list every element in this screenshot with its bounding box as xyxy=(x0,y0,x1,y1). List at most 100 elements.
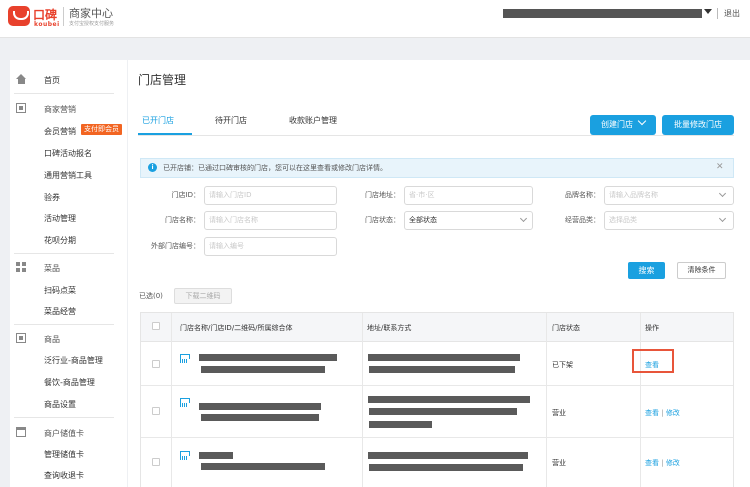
sidebar-item-member-marketing[interactable]: 会员营销 xyxy=(44,126,76,137)
sidebar-group-marketing[interactable]: 商家营销 xyxy=(44,104,76,115)
external-id-input[interactable]: 请输入编号 xyxy=(204,237,337,256)
close-icon[interactable]: ✕ xyxy=(716,162,724,172)
tab-opened-stores[interactable]: 已开门店 xyxy=(142,115,174,126)
clear-filters-button[interactable]: 清除条件 xyxy=(677,262,726,279)
sidebar-item-huabei-installment[interactable]: 花呗分期 xyxy=(44,235,76,246)
brand-input[interactable]: 请输入品牌名称 xyxy=(604,186,734,205)
download-qr-button[interactable]: 下载二维码 xyxy=(174,288,232,304)
sidebar-group-goods[interactable]: 商品 xyxy=(44,334,60,345)
row-status: 营业 xyxy=(552,459,566,467)
row-checkbox[interactable] xyxy=(152,360,160,368)
brand-title: 商家中心 xyxy=(69,7,113,20)
view-link-highlight xyxy=(632,349,674,373)
redacted-store-id xyxy=(201,414,319,421)
redacted-address xyxy=(368,396,530,403)
koubei-logo-icon[interactable] xyxy=(8,6,30,26)
search-button[interactable]: 搜索 xyxy=(628,262,665,279)
row-checkbox[interactable] xyxy=(152,458,160,466)
brand-label: 品牌名称： xyxy=(565,191,600,199)
caret-down-icon[interactable] xyxy=(704,9,712,14)
tab-pending-stores[interactable]: 待开门店 xyxy=(215,115,247,126)
redacted-store-name xyxy=(199,452,233,459)
tab-payment-accounts[interactable]: 收款账户管理 xyxy=(289,115,337,126)
status-select[interactable]: 全部状态 xyxy=(404,211,533,230)
page-title: 门店管理 xyxy=(138,73,187,87)
header-divider xyxy=(717,8,718,19)
address-label: 门店地址： xyxy=(365,191,400,199)
qr-code-icon[interactable] xyxy=(180,398,190,407)
status-label: 门店状态： xyxy=(365,216,400,224)
logo-subtext: koubei xyxy=(34,21,60,28)
qr-code-icon[interactable] xyxy=(180,451,190,460)
row-checkbox[interactable] xyxy=(152,407,160,415)
edit-link[interactable]: 修改 xyxy=(666,409,680,417)
redacted-store-id xyxy=(201,366,325,373)
dishes-icon xyxy=(16,262,26,272)
redacted-contact xyxy=(369,366,515,373)
row-divider xyxy=(141,437,733,438)
store-id-input[interactable]: 请输入门店ID xyxy=(204,186,337,205)
account-name-redacted[interactable] xyxy=(503,9,702,18)
category-label: 经营品类： xyxy=(565,216,600,224)
sidebar-item-marketing-tools[interactable]: 通用营销工具 xyxy=(44,170,92,181)
row-status: 已下架 xyxy=(552,361,573,369)
batch-edit-button[interactable]: 批量修改门店 xyxy=(662,115,734,135)
sidebar-item-manage-card[interactable]: 管理储值卡 xyxy=(44,449,84,460)
column-divider xyxy=(171,313,172,487)
card-icon xyxy=(16,427,26,437)
category-select[interactable]: 选择品类 xyxy=(604,211,734,230)
redacted-address xyxy=(368,354,520,361)
action-separator: | xyxy=(659,459,666,467)
redacted-contact xyxy=(369,464,523,471)
store-name-input[interactable]: 请输入门店名称 xyxy=(204,211,337,230)
row-divider xyxy=(141,385,733,386)
external-id-label: 外部门店编号： xyxy=(151,242,200,250)
sidebar-group-dishes[interactable]: 菜品 xyxy=(44,263,60,274)
create-store-button[interactable]: 创建门店 xyxy=(590,115,656,135)
edit-link[interactable]: 修改 xyxy=(666,459,680,467)
column-header-address: 地址/联系方式 xyxy=(367,324,412,332)
redacted-store-id xyxy=(201,463,325,470)
tabs-divider xyxy=(138,135,734,136)
sidebar-group-stored-card[interactable]: 商户储值卡 xyxy=(44,428,84,439)
redacted-address xyxy=(368,452,528,459)
sidebar-item-query-refund[interactable]: 查询收退卡 xyxy=(44,470,84,481)
column-header-store: 门店名称/门店ID/二维码/所属综合体 xyxy=(180,324,293,332)
pay-member-badge: 支付即会员 xyxy=(81,124,122,135)
sidebar-item-dish-operation[interactable]: 菜品经营 xyxy=(44,306,76,317)
sidebar-item-verify-coupon[interactable]: 验券 xyxy=(44,192,60,203)
sidebar-item-home[interactable]: 首页 xyxy=(44,75,60,86)
marketing-icon xyxy=(16,103,26,113)
sidebar-item-activity-signup[interactable]: 口碑活动报名 xyxy=(44,148,92,159)
selected-count: 已选(0) xyxy=(139,292,163,300)
store-name-label: 门店名称： xyxy=(165,216,200,224)
column-divider xyxy=(546,313,547,487)
brand-subtitle: 支付宝授权支付服务 xyxy=(69,21,115,27)
redacted-store-name xyxy=(199,354,337,361)
row-status: 营业 xyxy=(552,409,566,417)
active-tab-indicator xyxy=(138,133,192,135)
home-icon xyxy=(16,74,27,84)
sidebar-item-catering-goods[interactable]: 餐饮-商品管理 xyxy=(44,377,95,388)
sidebar-item-goods-settings[interactable]: 商品设置 xyxy=(44,399,76,410)
row-actions: 查看 | 修改 xyxy=(645,458,680,468)
view-link[interactable]: 查看 xyxy=(645,409,659,417)
address-select[interactable]: 省·市·区 xyxy=(404,186,533,205)
column-divider xyxy=(640,313,641,487)
view-link[interactable]: 查看 xyxy=(645,459,659,467)
redacted-store-name xyxy=(199,403,321,410)
action-separator: | xyxy=(659,409,666,417)
column-header-actions: 操作 xyxy=(645,324,659,332)
redacted-address-line xyxy=(369,408,517,415)
sidebar-item-scan-order[interactable]: 扫码点菜 xyxy=(44,285,76,296)
logout-link[interactable]: 退出 xyxy=(724,8,740,19)
column-header-status: 门店状态 xyxy=(552,324,580,332)
redacted-contact xyxy=(369,421,432,428)
sidebar-item-general-goods[interactable]: 泛行业-商品管理 xyxy=(44,355,103,366)
column-divider xyxy=(362,313,363,487)
row-actions: 查看 | 修改 xyxy=(645,408,680,418)
qr-code-icon[interactable] xyxy=(180,354,190,363)
sidebar-item-activity-management[interactable]: 活动管理 xyxy=(44,213,76,224)
goods-icon xyxy=(16,333,26,343)
select-all-checkbox[interactable] xyxy=(152,322,160,330)
